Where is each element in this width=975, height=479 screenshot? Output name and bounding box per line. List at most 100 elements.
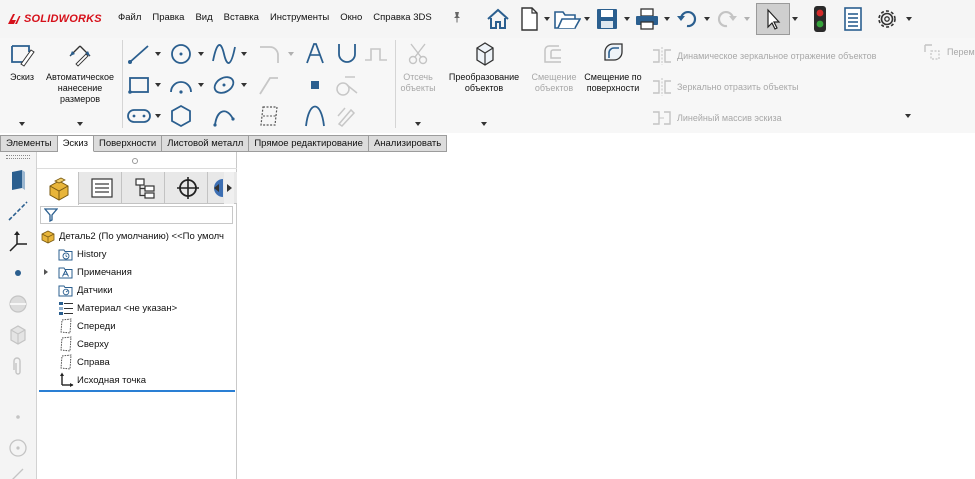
open-icon[interactable]	[552, 3, 582, 35]
tree-item-history[interactable]: History	[58, 245, 107, 263]
convert-entities-button[interactable]: Преобразование объектов	[442, 40, 526, 94]
menu-insert[interactable]: Вставка	[224, 12, 267, 23]
dim-xpert-tab[interactable]	[168, 172, 208, 204]
book-icon[interactable]	[6, 168, 30, 192]
undo-icon[interactable]	[672, 3, 702, 35]
offset-on-surface-button[interactable]: Смещение по поверхности	[583, 40, 643, 94]
save-dropdown[interactable]	[622, 3, 632, 35]
plane-icon[interactable]	[255, 104, 283, 128]
menu-help[interactable]: Справка 3DS	[373, 12, 439, 23]
tree-item-right-plane[interactable]: Справа	[58, 353, 110, 371]
linear-pattern-label: Линейный массив эскиза	[677, 112, 782, 123]
move-entities-label: Перем	[947, 46, 975, 57]
options-gear-icon[interactable]	[870, 3, 904, 35]
options-dropdown[interactable]	[904, 3, 914, 35]
new-document-icon[interactable]	[516, 3, 542, 35]
spline-dropdown[interactable]	[241, 52, 247, 56]
u-curve-icon[interactable]	[333, 42, 361, 66]
circle-icon[interactable]	[167, 42, 195, 66]
trim-dropdown[interactable]	[415, 122, 421, 126]
tab-direct-editing[interactable]: Прямое редактирование	[249, 135, 369, 152]
circle-dropdown[interactable]	[198, 52, 204, 56]
tab-features[interactable]: Элементы	[0, 135, 58, 152]
file-properties-icon[interactable]	[836, 3, 870, 35]
point-icon[interactable]	[301, 73, 329, 97]
solidworks-logo[interactable]: SOLIDWORKS	[6, 9, 102, 29]
graphics-area[interactable]	[238, 152, 975, 479]
print-icon[interactable]	[632, 3, 662, 35]
configuration-icon	[134, 178, 155, 199]
conic-icon[interactable]	[301, 104, 329, 128]
save-icon[interactable]	[592, 3, 622, 35]
menu-view[interactable]: Вид	[195, 12, 220, 23]
command-manager-tabs: Элементы Эскиз Поверхности Листовой мета…	[0, 135, 448, 152]
toolbar-grip[interactable]	[6, 155, 30, 159]
tabs-scroll-right[interactable]	[224, 172, 234, 204]
sketch-button[interactable]: Эскиз	[5, 40, 39, 83]
tabs-scroll-left[interactable]	[211, 172, 223, 204]
smart-dimension-button[interactable]: Автоматическое нанесение размеров	[42, 40, 118, 105]
slot-dropdown[interactable]	[155, 114, 161, 118]
text-icon[interactable]	[301, 42, 329, 66]
panel-grip[interactable]	[132, 158, 138, 164]
tree-item-front-plane[interactable]: Спереди	[58, 317, 116, 335]
rollback-bar[interactable]	[39, 390, 235, 392]
spline-icon[interactable]	[210, 42, 238, 66]
menu-tools[interactable]: Инструменты	[270, 12, 337, 23]
axis-line-icon[interactable]	[6, 199, 30, 223]
pattern-dropdown[interactable]	[905, 114, 911, 118]
tab-surfaces[interactable]: Поверхности	[94, 135, 163, 152]
menu-window[interactable]: Окно	[340, 12, 370, 23]
select-arrow-icon[interactable]	[756, 3, 790, 35]
sketch-dropdown[interactable]	[19, 122, 25, 126]
tree-item-label: History	[77, 248, 107, 260]
property-manager-tab[interactable]	[82, 172, 122, 204]
undo-dropdown[interactable]	[702, 3, 712, 35]
tree-item-origin[interactable]: Исходная точка	[58, 371, 146, 389]
tab-evaluate[interactable]: Анализировать	[368, 135, 448, 152]
new-dropdown[interactable]	[542, 3, 552, 35]
configuration-manager-tab[interactable]	[125, 172, 165, 204]
ellipse-dropdown[interactable]	[241, 83, 247, 87]
tree-item-material[interactable]: Материал <не указан>	[58, 299, 177, 317]
open-dropdown[interactable]	[582, 3, 592, 35]
line-icon[interactable]	[125, 42, 153, 66]
fillet-dropdown	[288, 52, 294, 56]
point-dot-icon[interactable]	[6, 261, 30, 285]
filter-funnel-icon[interactable]	[44, 208, 58, 222]
tree-item-label: Спереди	[77, 320, 116, 332]
convert-entities-label: Преобразование объектов	[448, 72, 520, 93]
ellipse-icon[interactable]	[210, 73, 238, 97]
annotations-expander[interactable]	[44, 269, 48, 275]
tab-sketch[interactable]: Эскиз	[57, 135, 94, 152]
menu-file[interactable]: Файл	[118, 12, 149, 23]
smart-dimension-dropdown[interactable]	[77, 122, 83, 126]
tree-root-part[interactable]: Деталь2 (По умолчанию) <<По умолч	[40, 227, 224, 245]
line-dropdown[interactable]	[155, 52, 161, 56]
rebuild-traffic-light-icon[interactable]	[804, 3, 836, 35]
tree-filter[interactable]	[40, 206, 233, 224]
slot-icon[interactable]	[125, 104, 153, 128]
convert-dropdown[interactable]	[481, 122, 487, 126]
tree-item-top-plane[interactable]: Сверху	[58, 335, 109, 353]
polygon-icon[interactable]	[167, 104, 195, 128]
offset-entities-label: Смещение объектов	[531, 72, 577, 93]
parabola-icon[interactable]	[210, 104, 238, 128]
tree-item-annotations[interactable]: Примечания	[58, 263, 132, 281]
tree-item-sensors[interactable]: Датчики	[58, 281, 113, 299]
sensors-folder-icon	[58, 282, 74, 298]
select-dropdown[interactable]	[790, 3, 800, 35]
rectangle-icon[interactable]	[125, 73, 153, 97]
home-icon[interactable]	[480, 3, 516, 35]
menu-edit[interactable]: Правка	[152, 12, 192, 23]
offset-on-surface-icon	[604, 43, 623, 61]
rectangle-dropdown[interactable]	[155, 83, 161, 87]
feature-manager-tab[interactable]	[39, 172, 79, 205]
arc-icon[interactable]	[167, 73, 195, 97]
arc-dropdown[interactable]	[198, 83, 204, 87]
tab-sheet-metal[interactable]: Листовой металл	[162, 135, 250, 152]
print-dropdown[interactable]	[662, 3, 672, 35]
section-view-icon	[6, 292, 30, 316]
pin-icon[interactable]	[452, 11, 462, 23]
coordinate-system-icon[interactable]	[6, 230, 30, 254]
